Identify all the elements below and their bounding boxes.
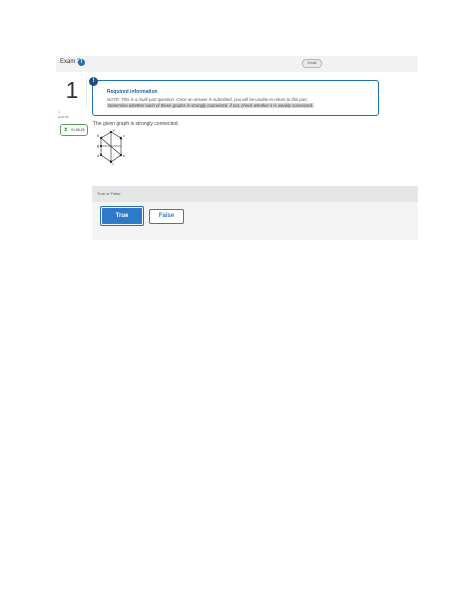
directed-graph-figure: a b c g d e f: [97, 129, 125, 167]
false-button[interactable]: False: [149, 209, 184, 224]
graph-node: [119, 153, 123, 157]
timer-text: 01:58:25: [71, 128, 85, 132]
graph-node: [99, 136, 103, 140]
node-label: d: [97, 154, 99, 158]
answer-type-label: True or False: [97, 191, 121, 196]
node-label: a: [113, 129, 115, 133]
required-info-box: ! Required information NOTE: This is a m…: [89, 77, 379, 116]
question-number: 1: [65, 77, 79, 103]
graph-node: [119, 136, 123, 140]
answer-panel: True or False True False: [92, 186, 418, 240]
graph-node: [99, 144, 103, 148]
true-button[interactable]: True: [102, 208, 142, 224]
email-button[interactable]: Email: [302, 59, 322, 68]
timer-badge[interactable]: ⧗ 01:58:25: [60, 124, 88, 136]
required-info-title: Required information: [107, 89, 158, 95]
required-info-instruction: Determine whether each of these graphs i…: [107, 103, 315, 108]
points-unit: points: [58, 114, 69, 119]
node-label: g: [97, 144, 99, 148]
node-label: f: [113, 163, 114, 167]
hourglass-icon: ⧗: [64, 127, 68, 133]
question-statement: The given graph is strongly connected.: [93, 121, 179, 127]
node-label: b: [97, 134, 99, 138]
node-label: e: [123, 154, 125, 158]
true-button-focus-ring: True: [100, 206, 144, 226]
exam-header: Exam 3 i Email: [56, 56, 418, 72]
alert-badge-icon: !: [89, 77, 98, 86]
answer-panel-header: True or False: [92, 186, 418, 202]
points-label: 1 points: [58, 109, 69, 119]
node-label: c: [123, 134, 125, 138]
required-info-note: NOTE: This is a multi-part question. Onc…: [107, 97, 308, 102]
question-number-box: 1: [58, 76, 87, 108]
graph-node: [99, 153, 103, 157]
info-icon[interactable]: i: [78, 59, 85, 66]
